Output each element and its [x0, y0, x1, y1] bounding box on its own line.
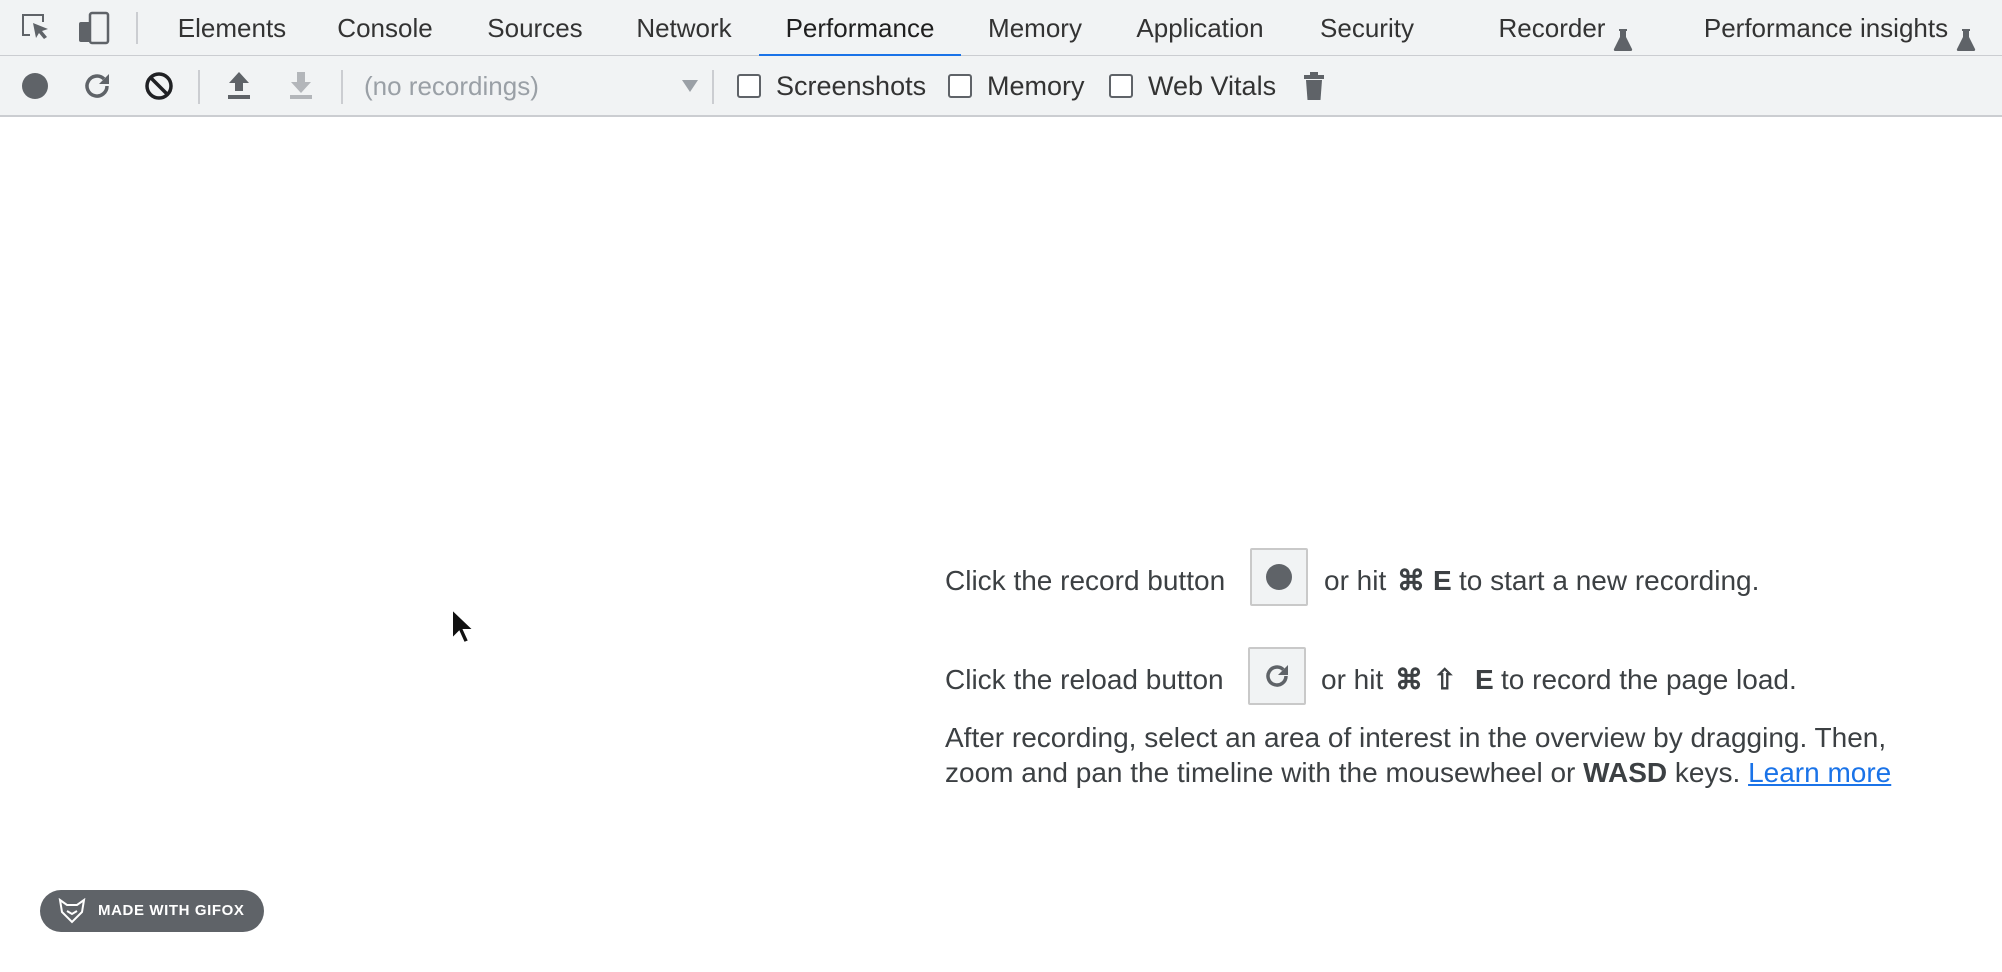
- download-icon: [290, 72, 312, 99]
- flask-icon: [1613, 15, 1633, 52]
- record-instruction-text: Click the record button: [945, 565, 1226, 596]
- memory-checkbox[interactable]: [948, 74, 972, 98]
- trash-icon: [1304, 72, 1324, 100]
- toolbar-divider: [198, 70, 200, 104]
- record-icon: [1266, 564, 1292, 590]
- learn-more-link[interactable]: Learn more: [1748, 757, 1891, 788]
- screenshots-label[interactable]: Screenshots: [776, 56, 926, 116]
- tab-network[interactable]: Network: [628, 0, 740, 56]
- load-profile-button[interactable]: [221, 68, 257, 104]
- inspect-element-icon[interactable]: [18, 10, 54, 46]
- reload-record-button[interactable]: [79, 68, 115, 104]
- tab-recorder[interactable]: Recorder: [1476, 0, 1656, 56]
- toolbar-divider: [341, 70, 343, 104]
- tab-console[interactable]: Console: [330, 0, 440, 56]
- flask-icon: [1956, 15, 1976, 52]
- memory-label[interactable]: Memory: [987, 56, 1085, 116]
- tab-performance-insights[interactable]: Performance insights: [1694, 0, 1986, 56]
- upload-icon: [228, 72, 250, 99]
- tab-memory[interactable]: Memory: [980, 0, 1090, 56]
- tab-security[interactable]: Security: [1312, 0, 1422, 56]
- toolbar-divider: [712, 70, 714, 104]
- screenshots-checkbox[interactable]: [737, 74, 761, 98]
- shift-key-icon: ⇧: [1433, 664, 1457, 695]
- garbage-collect-button[interactable]: [1296, 68, 1332, 104]
- mouse-cursor-icon: [450, 606, 477, 647]
- recording-info-paragraph: After recording, select an area of inter…: [945, 722, 1892, 788]
- recordings-select-value: (no recordings): [364, 71, 539, 101]
- reload-icon: [85, 74, 109, 98]
- device-toolbar-icon[interactable]: [76, 10, 112, 46]
- reload-instruction-text: Click the reload button: [945, 664, 1224, 695]
- reload-button-inline[interactable]: [1248, 647, 1306, 705]
- clear-icon: [145, 72, 173, 100]
- reload-instruction: Click the reload button or hit ⌘ ⇧ E to …: [945, 647, 1945, 713]
- record-icon: [22, 73, 48, 99]
- gifox-badge-label: MADE WITH GIFOX: [98, 902, 245, 919]
- tab-elements[interactable]: Elements: [162, 0, 302, 56]
- reload-icon: [1266, 665, 1288, 687]
- record-instruction: Click the record button or hit ⌘ E to st…: [945, 548, 1895, 614]
- dropdown-arrow-icon: [680, 76, 700, 96]
- web-vitals-label[interactable]: Web Vitals: [1148, 56, 1276, 116]
- toolbar-divider: [136, 12, 138, 44]
- record-button[interactable]: [17, 68, 53, 104]
- tab-application[interactable]: Application: [1126, 0, 1274, 56]
- save-profile-button[interactable]: [283, 68, 319, 104]
- performance-toolbar: (no recordings) Screenshots Memory Web V…: [0, 56, 2002, 117]
- clear-button[interactable]: [141, 68, 177, 104]
- web-vitals-checkbox[interactable]: [1109, 74, 1133, 98]
- gifox-badge: MADE WITH GIFOX: [40, 890, 264, 932]
- tab-performance[interactable]: Performance: [759, 0, 961, 57]
- recordings-select[interactable]: (no recordings): [364, 66, 700, 106]
- devtools-tab-bar: Elements Console Sources Network Perform…: [0, 0, 2002, 57]
- record-button-inline[interactable]: [1250, 548, 1308, 606]
- tab-sources[interactable]: Sources: [478, 0, 592, 56]
- gifox-fox-icon: [58, 897, 86, 929]
